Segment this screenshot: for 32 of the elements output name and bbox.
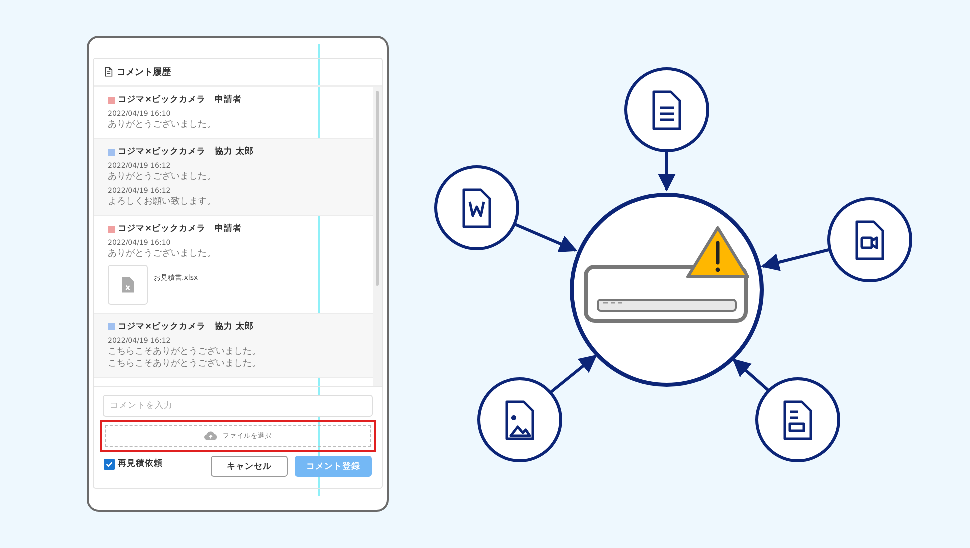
checkbox-label: 再見積依頼 [118,458,163,470]
word-file-icon [462,188,492,228]
warning-icon [686,226,750,278]
image-file-icon [506,400,534,440]
scrollbar[interactable] [373,87,382,386]
arrow [732,358,769,392]
arrow [514,223,578,252]
comment-text: ありがとうございました。 [108,119,217,132]
comment-text: ありがとうございました。 [108,248,217,261]
comment-author: コジマ×ビックカメラ 協力 太郎 [118,320,254,333]
comment-author: コジマ×ビックカメラ 申請者 [118,223,242,236]
video-file-icon [856,220,884,260]
comment-text: こちらこそありがとうございました。 [108,346,262,358]
comment-author: コジマ×ビックカメラ 申請者 [118,94,242,106]
comment-text: ありがとうございました。 [108,171,217,184]
arrow [658,152,676,192]
cloud-upload-icon [204,431,218,441]
document-icon [105,67,113,77]
excel-file-icon [122,276,134,293]
comment-author: コジマ×ビックカメラ 協力 太郎 [118,146,254,158]
comment-input-field[interactable]: コメントを入力 [103,395,373,417]
arrow [550,354,598,394]
file-thumbnail[interactable] [108,264,148,305]
re-estimate-checkbox[interactable] [104,458,115,470]
form-file-icon [784,400,812,440]
comment-text: よろしくお願い致します。 [108,196,217,208]
document-icon [652,90,682,130]
arrow [761,248,830,272]
cancel-button[interactable]: キャンセル [211,456,288,477]
comment-text: こちらこそありがとうございました。 [108,358,262,370]
air-conditioner-icon [584,265,748,323]
panel-title: コメント履歴 [117,66,171,78]
